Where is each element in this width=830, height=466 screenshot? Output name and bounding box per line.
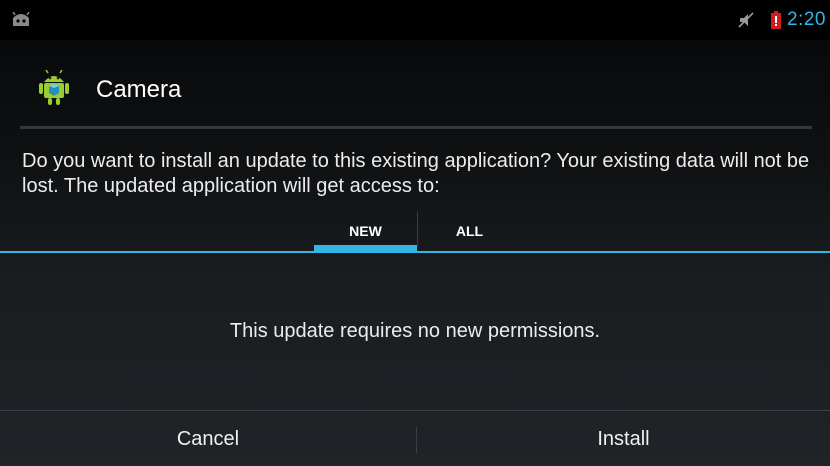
install-message: Do you want to install an update to this… bbox=[22, 150, 810, 197]
dialog-button-bar: Cancel Install bbox=[0, 410, 830, 466]
permissions-message: This update requires no new permissions. bbox=[229, 320, 601, 342]
cancel-button[interactable]: Cancel bbox=[0, 411, 416, 466]
status-bar: 2:20 bbox=[0, 0, 830, 40]
permission-tabs: NEW ALL bbox=[0, 212, 830, 254]
mute-icon bbox=[738, 12, 754, 28]
android-app-icon bbox=[39, 70, 69, 105]
dialog-title: Camera bbox=[96, 76, 182, 103]
install-update-screen: 2:20 Camera Do you want to install an up… bbox=[0, 0, 830, 466]
dialog-title-row: Camera bbox=[0, 68, 830, 112]
status-right-area: 2:20 bbox=[737, 9, 826, 31]
install-button[interactable]: Install bbox=[417, 411, 830, 466]
battery-low-icon bbox=[771, 11, 782, 29]
status-clock: 2:20 bbox=[787, 9, 826, 30]
android-notification-icon bbox=[12, 12, 30, 26]
title-divider bbox=[20, 126, 812, 129]
tab-all[interactable]: ALL bbox=[418, 212, 521, 250]
tabs-underline bbox=[0, 251, 830, 253]
